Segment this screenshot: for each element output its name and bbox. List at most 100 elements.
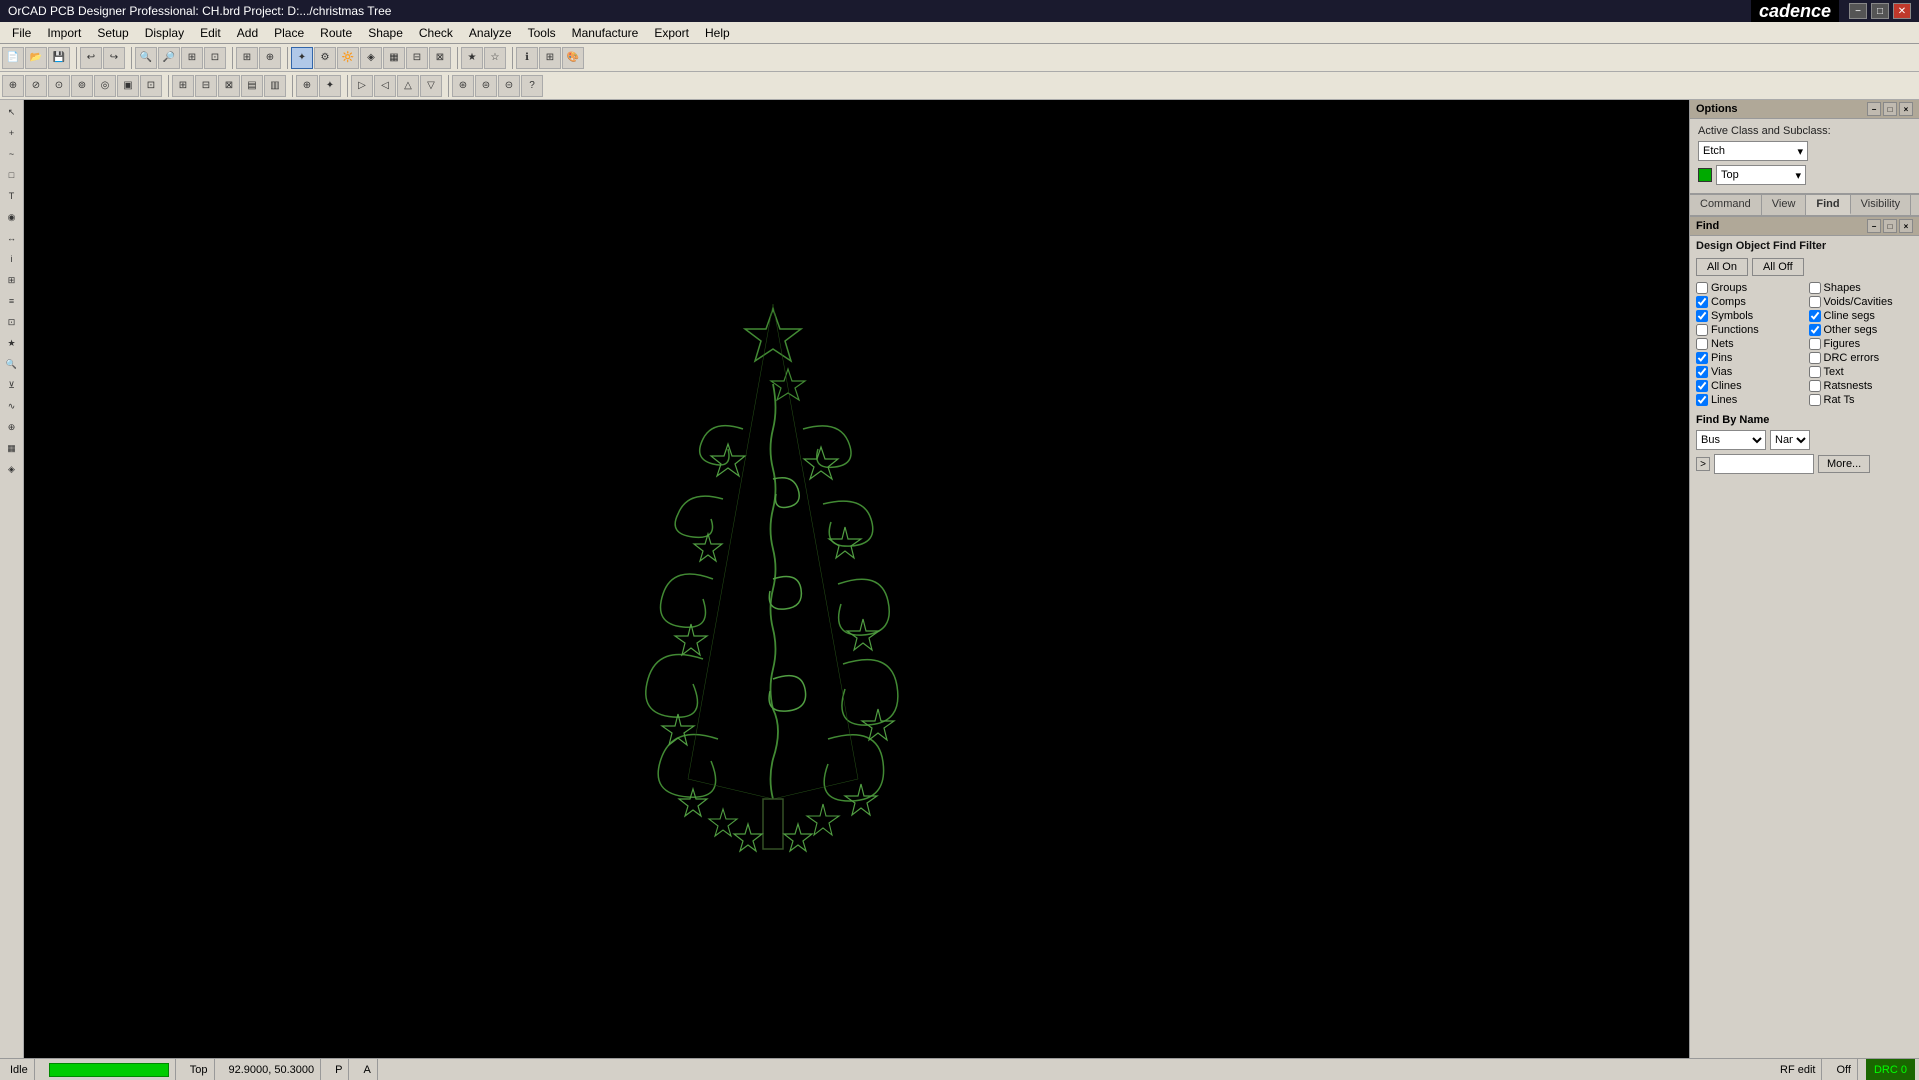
- tb-property[interactable]: ℹ: [516, 47, 538, 69]
- checkbox-voids[interactable]: [1809, 296, 1821, 308]
- name-select[interactable]: Nam: [1770, 430, 1810, 450]
- tb2-btn-9[interactable]: ⊟: [195, 75, 217, 97]
- lt-misc3[interactable]: ▦: [2, 438, 22, 458]
- tb-btn-8[interactable]: ▦: [383, 47, 405, 69]
- checkbox-figures[interactable]: [1809, 338, 1821, 350]
- lt-display[interactable]: ⊡: [2, 312, 22, 332]
- find-more-button[interactable]: More...: [1818, 455, 1870, 473]
- lt-route[interactable]: ~: [2, 144, 22, 164]
- options-restore-btn[interactable]: □: [1883, 102, 1897, 116]
- find-expand-button[interactable]: >: [1696, 457, 1710, 471]
- menu-edit[interactable]: Edit: [192, 24, 229, 42]
- tb-undo[interactable]: ↩: [80, 47, 102, 69]
- tb-btn-7[interactable]: ◈: [360, 47, 382, 69]
- tb2-btn-13[interactable]: ⊕: [296, 75, 318, 97]
- tb2-btn-17[interactable]: △: [397, 75, 419, 97]
- tb-zoom-fit[interactable]: ⊞: [181, 47, 203, 69]
- lt-via[interactable]: ◉: [2, 207, 22, 227]
- tb2-btn-6[interactable]: ▣: [117, 75, 139, 97]
- menu-manufacture[interactable]: Manufacture: [564, 24, 647, 42]
- find-restore-btn[interactable]: □: [1883, 219, 1897, 233]
- lt-measure[interactable]: ↔: [2, 228, 22, 248]
- tab-view[interactable]: View: [1762, 195, 1807, 215]
- minimize-button[interactable]: −: [1849, 3, 1867, 19]
- find-close-btn[interactable]: ×: [1899, 219, 1913, 233]
- checkbox-othersegs[interactable]: [1809, 324, 1821, 336]
- tb2-btn-5[interactable]: ◎: [94, 75, 116, 97]
- tb-active-btn[interactable]: ✦: [291, 47, 313, 69]
- tb2-btn-12[interactable]: ▥: [264, 75, 286, 97]
- tb-btn-5[interactable]: ⚙: [314, 47, 336, 69]
- class-dropdown[interactable]: Etch ▾: [1698, 141, 1808, 161]
- tb-zoom-out[interactable]: 🔎: [158, 47, 180, 69]
- checkbox-text[interactable]: [1809, 366, 1821, 378]
- close-button[interactable]: ✕: [1893, 3, 1911, 19]
- options-close-btn[interactable]: ×: [1899, 102, 1913, 116]
- checkbox-ratsnests[interactable]: [1809, 380, 1821, 392]
- lt-shape[interactable]: □: [2, 165, 22, 185]
- tb2-btn-8[interactable]: ⊞: [172, 75, 194, 97]
- menu-analyze[interactable]: Analyze: [461, 24, 520, 42]
- checkbox-pins[interactable]: [1696, 352, 1708, 364]
- tb-options[interactable]: ⊞: [539, 47, 561, 69]
- tb-new[interactable]: 📄: [2, 47, 24, 69]
- tb-grid[interactable]: ⊞: [236, 47, 258, 69]
- lt-constraint[interactable]: ≡: [2, 291, 22, 311]
- tab-visibility[interactable]: Visibility: [1851, 195, 1912, 215]
- tb2-btn-4[interactable]: ⊚: [71, 75, 93, 97]
- all-off-button[interactable]: All Off: [1752, 258, 1804, 276]
- lt-filter[interactable]: ⊻: [2, 375, 22, 395]
- lt-misc1[interactable]: ∿: [2, 396, 22, 416]
- tb2-btn-18[interactable]: ▽: [420, 75, 442, 97]
- checkbox-ratts[interactable]: [1809, 394, 1821, 406]
- lt-highlight[interactable]: ★: [2, 333, 22, 353]
- checkbox-nets[interactable]: [1696, 338, 1708, 350]
- lt-find[interactable]: 🔍: [2, 354, 22, 374]
- checkbox-symbols[interactable]: [1696, 310, 1708, 322]
- tb-redo[interactable]: ↪: [103, 47, 125, 69]
- tb-btn-9[interactable]: ⊟: [406, 47, 428, 69]
- tb2-btn-2[interactable]: ⊘: [25, 75, 47, 97]
- checkbox-lines[interactable]: [1696, 394, 1708, 406]
- tb-color[interactable]: 🎨: [562, 47, 584, 69]
- tb-btn-6[interactable]: 🔆: [337, 47, 359, 69]
- tb2-btn-21[interactable]: ⊝: [498, 75, 520, 97]
- checkbox-vias[interactable]: [1696, 366, 1708, 378]
- maximize-button[interactable]: □: [1871, 3, 1889, 19]
- menu-add[interactable]: Add: [229, 24, 266, 42]
- checkbox-shapes[interactable]: [1809, 282, 1821, 294]
- checkbox-groups[interactable]: [1696, 282, 1708, 294]
- lt-misc4[interactable]: ◈: [2, 459, 22, 479]
- tb-highlight[interactable]: ★: [461, 47, 483, 69]
- tb-snap[interactable]: ⊕: [259, 47, 281, 69]
- tb2-btn-11[interactable]: ▤: [241, 75, 263, 97]
- options-minimize-btn[interactable]: −: [1867, 102, 1881, 116]
- menu-file[interactable]: File: [4, 24, 39, 42]
- find-minimize-btn[interactable]: −: [1867, 219, 1881, 233]
- tb2-btn-20[interactable]: ⊜: [475, 75, 497, 97]
- menu-help[interactable]: Help: [697, 24, 738, 42]
- menu-display[interactable]: Display: [137, 24, 192, 42]
- tb-dehighlight[interactable]: ☆: [484, 47, 506, 69]
- lt-misc2[interactable]: ⊕: [2, 417, 22, 437]
- tb-btn-10[interactable]: ⊠: [429, 47, 451, 69]
- tb2-btn-1[interactable]: ⊕: [2, 75, 24, 97]
- tb2-btn-19[interactable]: ⊛: [452, 75, 474, 97]
- lt-info[interactable]: i: [2, 249, 22, 269]
- lt-select[interactable]: ↖: [2, 102, 22, 122]
- bus-select[interactable]: Bus: [1696, 430, 1766, 450]
- lt-zoom[interactable]: ⊞: [2, 270, 22, 290]
- menu-setup[interactable]: Setup: [89, 24, 136, 42]
- checkbox-clinesegs[interactable]: [1809, 310, 1821, 322]
- tab-command[interactable]: Command: [1690, 195, 1762, 215]
- tb-zoom-window[interactable]: ⊡: [204, 47, 226, 69]
- menu-export[interactable]: Export: [646, 24, 697, 42]
- tb2-btn-10[interactable]: ⊠: [218, 75, 240, 97]
- lt-add[interactable]: +: [2, 123, 22, 143]
- checkbox-comps[interactable]: [1696, 296, 1708, 308]
- tb-save[interactable]: 💾: [48, 47, 70, 69]
- menu-tools[interactable]: Tools: [520, 24, 564, 42]
- lt-text[interactable]: T: [2, 186, 22, 206]
- checkbox-clines[interactable]: [1696, 380, 1708, 392]
- checkbox-drcerrors[interactable]: [1809, 352, 1821, 364]
